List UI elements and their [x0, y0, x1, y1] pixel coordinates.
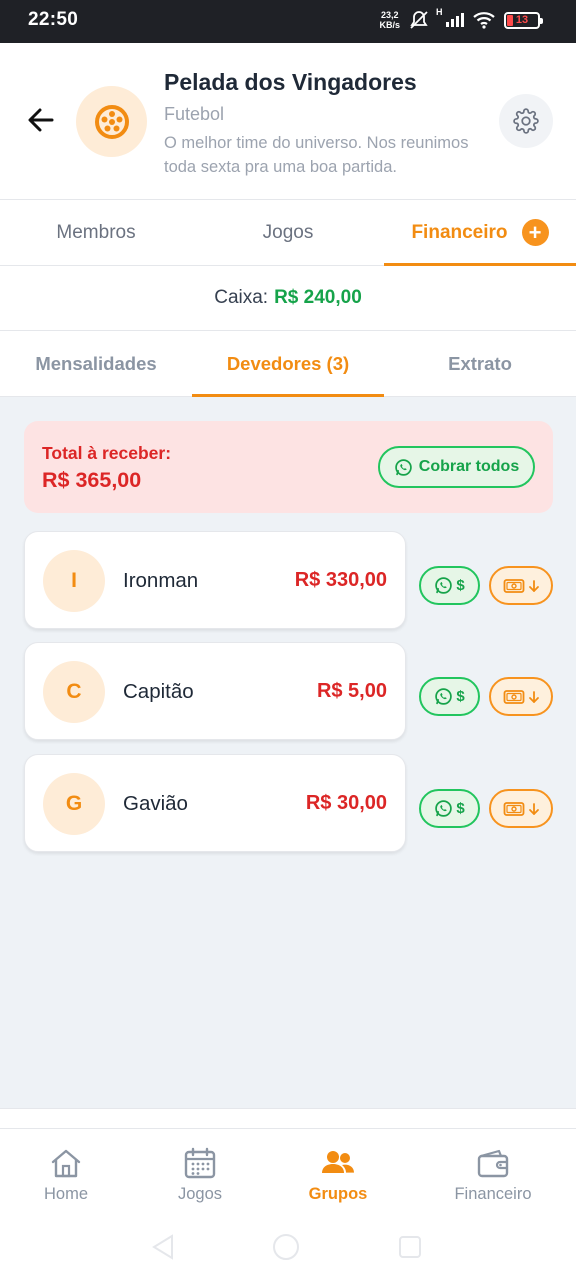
tab-membros-label: Membros [56, 221, 136, 243]
system-back-icon[interactable] [148, 1232, 176, 1262]
register-payment-button[interactable] [489, 677, 553, 716]
debtor-row[interactable]: G Gavião R$ 30,00 [24, 754, 406, 852]
arrow-down-icon [528, 579, 539, 592]
total-value: R$ 365,00 [42, 468, 142, 492]
tab-extrato[interactable]: Extrato [384, 331, 576, 396]
wifi-icon [473, 12, 495, 29]
cash-icon [503, 801, 524, 816]
battery-icon: 13 [504, 11, 543, 29]
arrow-down-icon [528, 802, 539, 815]
add-transaction-button[interactable]: + [521, 219, 549, 246]
status-bar: 22:50 23,2 KB/s H 13 [0, 0, 576, 43]
whatsapp-charge-button[interactable]: $ [419, 789, 480, 828]
bottom-divider [0, 1108, 576, 1129]
muted-bell-icon [410, 11, 428, 29]
status-icons: 23,2 KB/s H 13 [379, 7, 543, 30]
main-tabs: Membros Jogos Financeiro + [0, 200, 576, 266]
debtor-row[interactable]: I Ironman R$ 330,00 [24, 531, 406, 629]
whatsapp-charge-button[interactable]: $ [419, 677, 480, 716]
nav-jogos-label: Jogos [177, 1185, 223, 1203]
whatsapp-charge-button[interactable]: $ [419, 566, 480, 605]
nav-jogos[interactable]: Jogos [135, 1147, 265, 1204]
system-recents-icon[interactable] [397, 1232, 423, 1262]
tab-devedores-label: Devedores (3) [226, 352, 350, 374]
tab-mensalidades[interactable]: Mensalidades [0, 331, 192, 396]
debtor-amount: R$ 330,00 [294, 569, 387, 591]
register-payment-button[interactable] [489, 566, 553, 605]
cash-icon [503, 578, 524, 593]
group-header: Pelada dos Vingadores Futebol O melhor t… [0, 43, 576, 200]
calendar-icon [184, 1147, 216, 1179]
whatsapp-icon [435, 688, 453, 705]
tab-financeiro-label: Financeiro [411, 221, 508, 243]
system-home-icon[interactable] [271, 1232, 301, 1262]
group-description: O melhor time do universo. Nos reunimos … [164, 134, 469, 176]
arrow-down-icon [528, 690, 539, 703]
tab-membros[interactable]: Membros [0, 200, 192, 265]
nav-grupos-label: Grupos [308, 1185, 368, 1203]
avatar: I [43, 550, 105, 612]
charge-all-label: Cobrar todos [418, 458, 520, 475]
dollar-symbol: $ [456, 688, 465, 705]
dollar-symbol: $ [456, 577, 465, 594]
debtor-name: Gavião [123, 792, 188, 815]
bottom-navigation: Home Jogos Grupos Financeiro [0, 1129, 576, 1280]
wallet-icon [477, 1149, 509, 1178]
group-icon [322, 1151, 354, 1173]
network-speed-value: 23,2 [380, 10, 399, 20]
dollar-symbol: $ [456, 800, 465, 817]
tab-jogos[interactable]: Jogos [192, 200, 384, 265]
gear-icon [513, 108, 539, 134]
tab-jogos-label: Jogos [262, 221, 314, 243]
debtor-amount: R$ 5,00 [316, 680, 387, 702]
soccer-ball-icon [94, 104, 129, 139]
register-payment-button[interactable] [489, 789, 553, 828]
nav-financeiro[interactable]: Financeiro [428, 1147, 558, 1204]
settings-button[interactable] [499, 94, 553, 148]
signal-icon: H [436, 7, 464, 27]
nav-financeiro-label: Financeiro [454, 1185, 532, 1203]
cash-icon [503, 689, 524, 704]
finance-sub-tabs: Mensalidades Devedores (3) Extrato [0, 331, 576, 397]
group-sport: Futebol [164, 104, 225, 124]
caixa-label: Caixa: [214, 287, 269, 308]
caixa-amount: R$ 240,00 [274, 287, 362, 308]
nav-home-label: Home [43, 1185, 88, 1203]
avatar: C [43, 661, 105, 723]
debtor-name: Ironman [123, 569, 199, 592]
back-button[interactable] [24, 103, 58, 137]
signal-type: H [436, 7, 443, 17]
arrow-left-icon [28, 108, 54, 132]
total-label: Total à receber: [42, 443, 172, 463]
tab-financeiro[interactable]: Financeiro + [384, 200, 576, 266]
network-speed-unit: KB/s [379, 20, 400, 30]
charge-all-button[interactable]: Cobrar todos [378, 446, 535, 488]
whatsapp-icon [395, 458, 412, 476]
whatsapp-icon [435, 800, 453, 817]
status-time: 22:50 [28, 9, 79, 30]
debtor-row[interactable]: C Capitão R$ 5,00 [24, 642, 406, 740]
group-name: Pelada dos Vingadores [164, 69, 417, 95]
group-avatar [76, 86, 147, 157]
network-speed: 23,2 KB/s [379, 10, 400, 30]
home-icon [51, 1149, 81, 1178]
debtor-name: Capitão [123, 680, 194, 703]
total-receivable-card: Total à receber: R$ 365,00 Cobrar todos [24, 421, 553, 513]
debtor-amount: R$ 30,00 [305, 792, 387, 814]
tab-devedores[interactable]: Devedores (3) [192, 331, 384, 397]
caixa-balance: Caixa: R$ 240,00 [0, 266, 576, 331]
tab-mensalidades-label: Mensalidades [35, 352, 157, 374]
nav-home[interactable]: Home [1, 1147, 131, 1204]
avatar: G [43, 773, 105, 835]
battery-level: 13 [515, 14, 529, 26]
nav-grupos[interactable]: Grupos [273, 1147, 403, 1204]
tab-extrato-label: Extrato [448, 352, 512, 374]
whatsapp-icon [435, 577, 453, 594]
